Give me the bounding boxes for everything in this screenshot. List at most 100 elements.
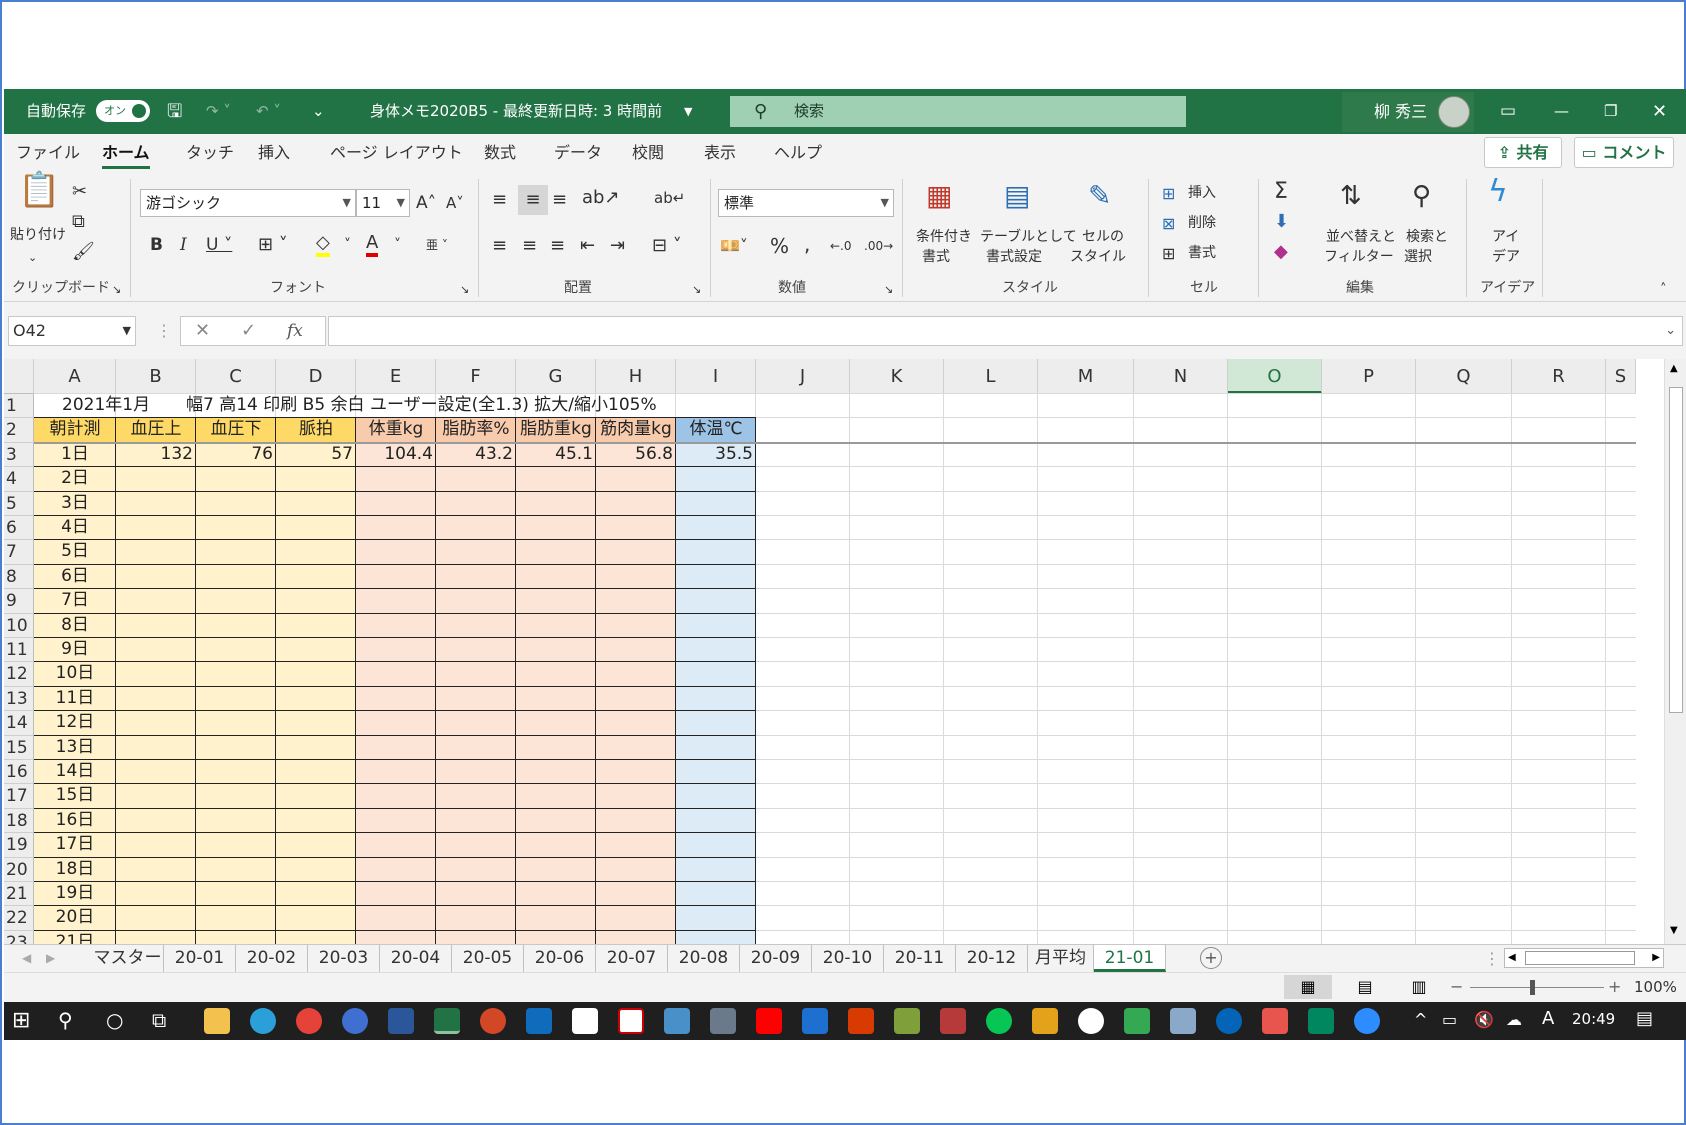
value-cell[interactable]: 76: [196, 443, 273, 467]
shrink-font-icon[interactable]: A˅: [446, 193, 464, 213]
day-label-cell[interactable]: 19日: [34, 882, 116, 906]
sheet-tab[interactable]: 21-01: [1094, 945, 1166, 972]
day-label-cell[interactable]: 9日: [34, 638, 116, 662]
comma-style-icon[interactable]: ,: [804, 233, 810, 255]
bold-icon[interactable]: B: [150, 235, 163, 255]
header-cell[interactable]: 体温℃: [676, 418, 756, 442]
file-explorer-icon[interactable]: [204, 1008, 230, 1034]
sheet-tab[interactable]: 20-12: [956, 945, 1028, 972]
powerpoint-icon[interactable]: [480, 1008, 506, 1034]
paste-label[interactable]: 貼り付け: [10, 225, 66, 245]
ime-indicator[interactable]: A: [1542, 1008, 1554, 1029]
cond-format-line2[interactable]: 書式: [922, 247, 950, 267]
insert-cells-label[interactable]: 挿入: [1188, 183, 1216, 203]
clipboard-launcher-icon[interactable]: ↘: [112, 279, 121, 301]
decrease-indent-icon[interactable]: ⇤: [580, 235, 595, 257]
ideas-icon[interactable]: ϟ: [1488, 177, 1508, 207]
cortana-icon[interactable]: ○: [106, 1008, 123, 1032]
day-label-cell[interactable]: 17日: [34, 833, 116, 857]
clear-icon[interactable]: ◆: [1274, 241, 1288, 263]
redo-icon[interactable]: ↷ ˅: [206, 89, 231, 134]
align-top-icon[interactable]: ≡: [492, 189, 507, 211]
cell-styles-icon[interactable]: ✎: [1088, 182, 1111, 210]
iris-app-icon[interactable]: [618, 1008, 644, 1034]
scroll-down-icon[interactable]: ▼: [1670, 925, 1678, 936]
header-cell[interactable]: 脂肪重kg: [516, 418, 596, 442]
column-header-q[interactable]: Q: [1416, 359, 1512, 394]
autosave-toggle[interactable]: オン: [96, 100, 150, 122]
find-select-line2[interactable]: 選択: [1404, 247, 1432, 267]
sheet-tab[interactable]: 20-05: [452, 945, 524, 972]
format-cells-icon[interactable]: ⊞: [1162, 243, 1175, 265]
fill-color-icon[interactable]: ◇: [316, 233, 330, 257]
conditional-format-icon[interactable]: ▦: [926, 182, 952, 210]
customize-quick-access-icon[interactable]: ⌄: [312, 89, 325, 134]
day-label-cell[interactable]: 20日: [34, 906, 116, 930]
alignment-launcher-icon[interactable]: ↘: [692, 279, 701, 301]
header-cell[interactable]: 脈拍: [276, 418, 356, 442]
row-header-22[interactable]: 22: [4, 906, 34, 931]
day-label-cell[interactable]: 7日: [34, 589, 116, 613]
borders-icon[interactable]: ⊞ ˅: [258, 235, 288, 255]
pdf-png-icon[interactable]: [1262, 1008, 1288, 1034]
day-label-cell[interactable]: 11日: [34, 687, 116, 711]
fill-icon[interactable]: ⬇: [1274, 211, 1289, 233]
app-icon-6[interactable]: [1170, 1008, 1196, 1034]
day-label-cell[interactable]: 13日: [34, 736, 116, 760]
normal-view-icon[interactable]: ▦: [1284, 975, 1332, 999]
tab-file[interactable]: ファイル: [16, 134, 80, 171]
day-label-cell[interactable]: 4日: [34, 516, 116, 540]
day-label-cell[interactable]: 18日: [34, 858, 116, 882]
day-label-cell[interactable]: 6日: [34, 565, 116, 589]
play-store-icon[interactable]: [1308, 1008, 1334, 1034]
ideas-line2[interactable]: デア: [1492, 247, 1520, 267]
edge-icon[interactable]: [250, 1008, 276, 1034]
cell-c1[interactable]: 幅7 高14 印刷 B5 余白 ユーザー設定(全1.3) 拡大/縮小105%: [186, 394, 657, 418]
value-cell[interactable]: 57: [276, 443, 353, 467]
row-header-1[interactable]: 1: [4, 394, 34, 419]
day-label-cell[interactable]: 15日: [34, 784, 116, 808]
increase-indent-icon[interactable]: ⇥: [610, 235, 625, 257]
wrap-text-icon[interactable]: ab↵: [654, 187, 685, 209]
onedrive-icon[interactable]: [1216, 1008, 1242, 1034]
phonetic-icon[interactable]: 亜 ˅: [426, 235, 448, 255]
paste-icon[interactable]: 📋: [18, 173, 60, 207]
cut-icon[interactable]: ✂: [72, 181, 87, 203]
row-header-13[interactable]: 13: [4, 686, 34, 712]
sort-filter-icon[interactable]: ⇅: [1340, 183, 1362, 209]
row-header-11[interactable]: 11: [4, 638, 34, 663]
user-account[interactable]: 柳 秀三: [1342, 92, 1474, 132]
sheet-tab[interactable]: 20-07: [596, 945, 668, 972]
cell-styles-line1[interactable]: セルの: [1082, 227, 1124, 247]
google-maps-icon[interactable]: [1124, 1008, 1150, 1034]
header-cell[interactable]: 体重kg: [356, 418, 436, 442]
paste-dropdown-icon[interactable]: ⌄: [28, 247, 37, 269]
taskbar-search-icon[interactable]: ⚲: [58, 1008, 73, 1032]
day-label-cell[interactable]: 16日: [34, 809, 116, 833]
app-icon-5[interactable]: [1032, 1008, 1058, 1034]
row-header-20[interactable]: 20: [4, 857, 34, 882]
header-cell[interactable]: 血圧上: [116, 418, 196, 442]
value-cell[interactable]: 35.5: [676, 443, 753, 467]
battery-icon[interactable]: ▭: [1442, 1010, 1457, 1029]
row-header-19[interactable]: 19: [4, 833, 34, 858]
value-cell[interactable]: 132: [116, 443, 193, 467]
font-color-dropdown-icon[interactable]: ˅: [394, 235, 401, 255]
comment-button[interactable]: ▭ コメント: [1574, 137, 1674, 168]
tab-page-layout[interactable]: ページ レイアウト: [330, 134, 463, 171]
tab-help[interactable]: ヘルプ: [774, 134, 822, 171]
day-label-cell[interactable]: 1日: [34, 443, 116, 467]
zoom-icon[interactable]: [1354, 1008, 1380, 1034]
worksheet-grid[interactable]: A B C D E F G H I J K L M N O P Q R S 1 2 3 4 5 6 7 8 9 10 11 12 13 14 15…: [4, 359, 1686, 944]
row-header-4[interactable]: 4: [4, 467, 34, 492]
new-sheet-icon[interactable]: +: [1200, 947, 1222, 969]
grow-font-icon[interactable]: A˄: [416, 193, 436, 213]
format-painter-icon[interactable]: 🖌: [72, 241, 95, 263]
fill-dropdown-icon[interactable]: ˅: [344, 235, 351, 255]
sheet-tab[interactable]: 月平均: [1028, 945, 1094, 972]
column-header-n[interactable]: N: [1134, 359, 1228, 394]
percent-icon[interactable]: %: [770, 235, 789, 257]
column-header-r[interactable]: R: [1512, 359, 1606, 394]
header-cell[interactable]: 血圧下: [196, 418, 276, 442]
column-header-c[interactable]: C: [196, 359, 276, 394]
